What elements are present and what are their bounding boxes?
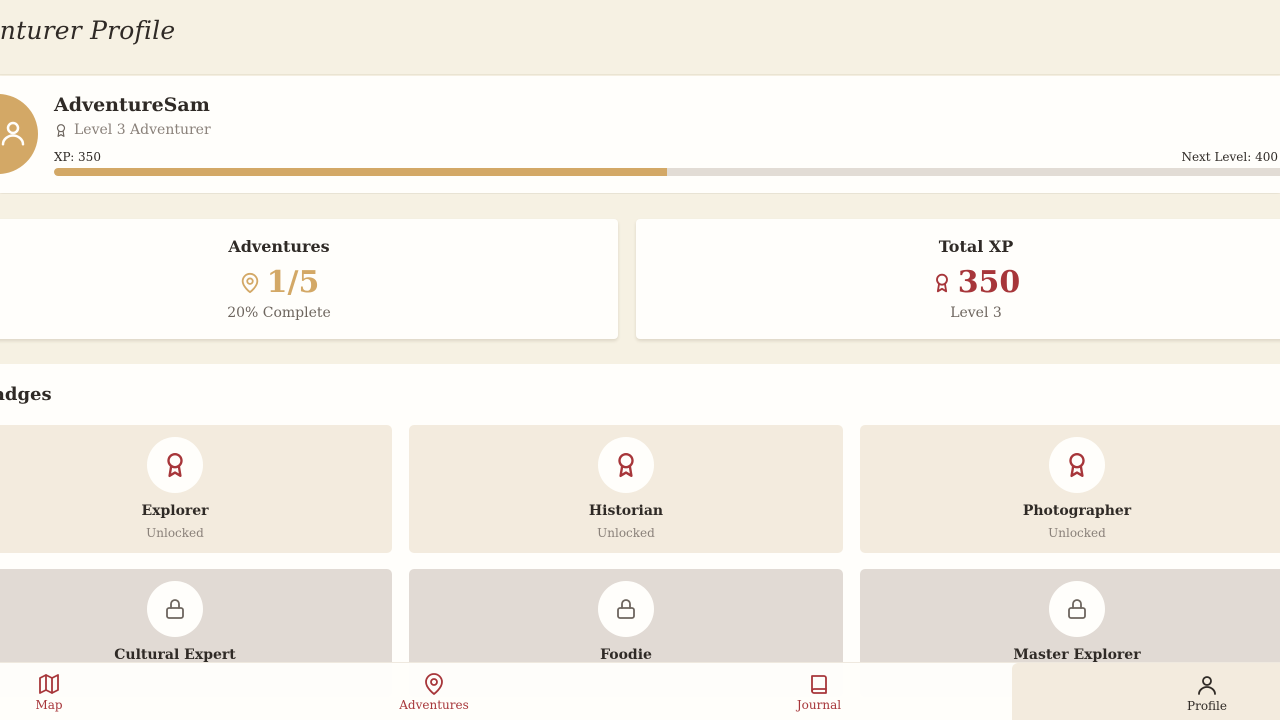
badge-icon-circle — [1049, 581, 1105, 637]
nav-label-journal: Journal — [796, 698, 842, 712]
level-row: Level 3 Adventurer — [54, 122, 211, 138]
total-xp-stat-title: Total XP — [938, 237, 1014, 256]
badge-icon-circle — [1049, 437, 1105, 493]
total-xp-stat-subtitle: Level 3 — [950, 305, 1002, 321]
profile-card: AdventureSam Level 3 Adventurer XP: 350 … — [0, 76, 1280, 193]
nav-label-adventures: Adventures — [399, 698, 469, 712]
badge-name: Historian — [588, 503, 664, 519]
adventures-stat-card[interactable]: Adventures 1/5 20% Complete — [0, 219, 618, 339]
nav-item-profile[interactable]: Profile — [1012, 663, 1280, 720]
map-icon — [39, 674, 59, 694]
badge-name: Foodie — [600, 647, 652, 663]
badge-icon-circle — [598, 437, 654, 493]
map-pin-icon — [241, 272, 258, 293]
badge-card-explorer[interactable]: Explorer Unlocked — [0, 425, 392, 553]
total-xp-stat-value-row: 350 — [636, 265, 1280, 300]
level-text: Level 3 Adventurer — [74, 122, 211, 138]
user-icon — [1, 121, 25, 146]
adventures-stat-value: 1/5 — [266, 265, 320, 300]
nav-item-journal[interactable]: Journal — [779, 663, 859, 720]
user-icon — [1198, 676, 1216, 695]
badges-heading: Badges — [0, 384, 52, 405]
badge-status: Unlocked — [597, 526, 655, 540]
adventures-stat-value-row: 1/5 — [0, 265, 618, 300]
xp-progress-fill — [54, 168, 667, 176]
map-pin-icon — [425, 673, 443, 695]
nav-label-profile: Profile — [1187, 699, 1227, 713]
page-header: Adventurer Profile — [0, 0, 1280, 75]
award-icon — [1069, 452, 1085, 478]
lock-icon — [1068, 599, 1086, 619]
badge-status: Unlocked — [146, 526, 204, 540]
username: AdventureSam — [54, 94, 210, 116]
total-xp-stat-card[interactable]: Total XP 350 Level 3 — [636, 219, 1280, 339]
badge-name: Master Explorer — [1013, 647, 1141, 663]
stats-section: Adventures 1/5 20% Complete Total XP 350… — [0, 194, 1280, 364]
badges-section: Badges Explorer Unlocked Historian Unloc… — [0, 364, 1280, 697]
badge-card-photographer[interactable]: Photographer Unlocked — [860, 425, 1280, 553]
badge-icon-circle — [147, 581, 203, 637]
nav-profile-inner: Profile — [1187, 673, 1227, 713]
book-icon — [811, 675, 827, 694]
next-level-label: Next Level: 400 — [1181, 150, 1278, 164]
total-xp-stat-value: 350 — [957, 265, 1021, 300]
badge-icon-circle — [598, 581, 654, 637]
adventures-stat-title: Adventures — [228, 237, 330, 256]
award-icon — [618, 452, 634, 478]
badge-icon-circle — [147, 437, 203, 493]
nav-label-map: Map — [35, 698, 63, 712]
badge-name: Photographer — [1022, 503, 1132, 519]
page-title: Adventurer Profile — [0, 16, 176, 45]
award-icon — [56, 123, 66, 137]
nav-item-adventures[interactable]: Adventures — [384, 663, 484, 720]
badge-status: Unlocked — [1048, 526, 1106, 540]
badge-card-historian[interactable]: Historian Unlocked — [409, 425, 843, 553]
adventures-stat-subtitle: 20% Complete — [227, 305, 331, 321]
nav-item-map[interactable]: Map — [0, 663, 98, 720]
xp-progress-bar — [54, 168, 1280, 176]
bottom-nav: Map Adventures Journal Profile — [0, 662, 1280, 720]
lock-icon — [166, 599, 184, 619]
xp-label: XP: 350 — [54, 150, 101, 164]
profile-page: Adventurer Profile AdventureSam Level 3 … — [0, 0, 1280, 720]
badge-name: Cultural Expert — [114, 647, 236, 663]
badge-name: Explorer — [141, 503, 209, 519]
lock-icon — [617, 599, 635, 619]
award-icon — [167, 452, 183, 478]
award-icon — [935, 273, 948, 292]
avatar[interactable] — [0, 94, 38, 174]
